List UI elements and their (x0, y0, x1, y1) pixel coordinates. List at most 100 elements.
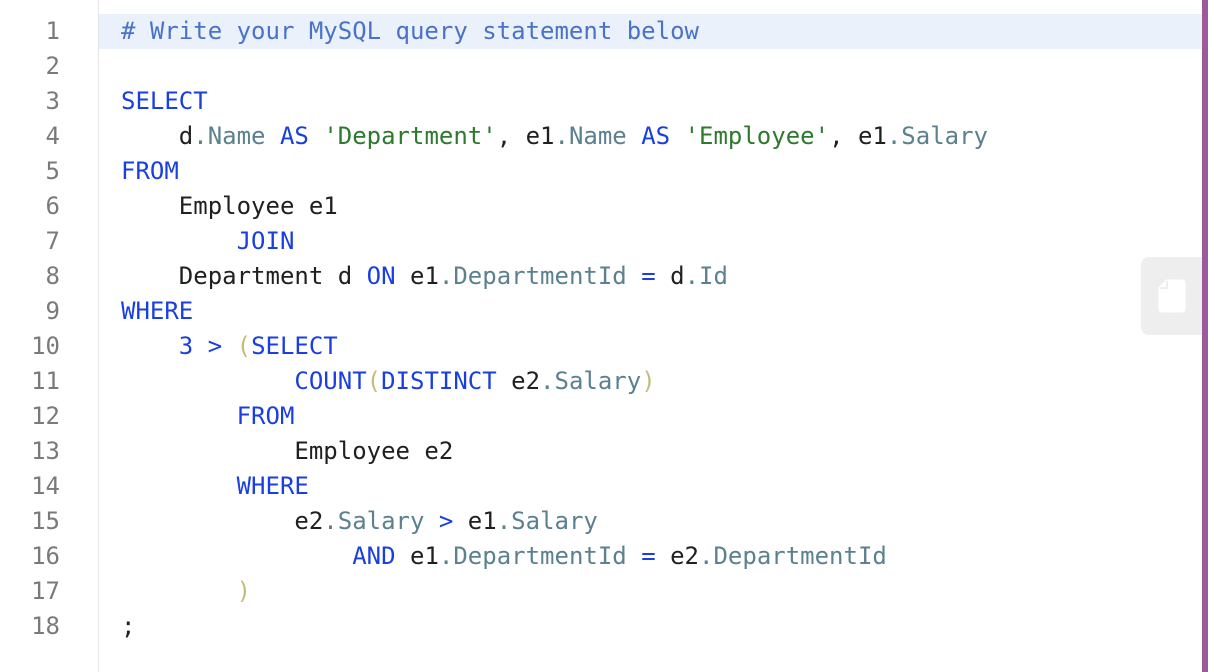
code-token: Department d (121, 262, 367, 290)
code-line[interactable]: JOIN (99, 224, 1202, 259)
code-token: d (655, 262, 685, 290)
line-number: 7 (45, 227, 60, 255)
code-line[interactable]: ) (99, 574, 1202, 609)
code-token: > (207, 332, 223, 360)
code-line-text: JOIN (121, 224, 295, 259)
code-line-text: COUNT(DISTINCT e2.Salary) (121, 364, 655, 399)
code-token: .Salary (323, 507, 425, 535)
code-line-text: AND e1.DepartmentId = e2.DepartmentId (121, 539, 887, 574)
code-line-text: d.Name AS 'Department', e1.Name AS 'Empl… (121, 119, 988, 154)
copy-icon (1158, 279, 1186, 313)
line-number: 6 (45, 192, 60, 220)
code-editor[interactable]: 1 2 3 4 5 6 7 8 9 10 11 12 13 14 15 16 17 18 # Write your… (0, 0, 1202, 672)
code-token: , e1 (496, 122, 555, 150)
code-token: e1 (395, 542, 439, 570)
code-token: .Salary (540, 367, 642, 395)
line-number: 10 (31, 332, 60, 360)
code-token: e2 (121, 507, 324, 535)
code-line-text: WHERE (121, 469, 309, 504)
code-line-text: FROM (121, 154, 179, 189)
code-token: Employee e1 (121, 192, 338, 220)
code-token: .Salary (886, 122, 989, 150)
line-number: 12 (31, 402, 60, 430)
code-token: ON (366, 262, 396, 290)
code-line[interactable]: FROM (99, 154, 1202, 189)
code-line[interactable]: AND e1.DepartmentId = e2.DepartmentId (99, 539, 1202, 574)
code-line[interactable] (99, 49, 1202, 84)
code-line-text: WHERE (121, 294, 193, 329)
code-line-text: ) (121, 574, 251, 609)
code-token: 'Employee' (684, 122, 830, 150)
code-area[interactable]: # Write your MySQL query statement below… (99, 0, 1202, 672)
line-number: 5 (45, 157, 60, 185)
code-token: JOIN (236, 227, 295, 255)
code-token: e2 (496, 367, 541, 395)
code-token: .Name (193, 122, 266, 150)
copy-code-button[interactable] (1141, 257, 1202, 335)
code-token: .DepartmentId (699, 542, 887, 570)
code-token: ; (121, 612, 136, 640)
code-token: COUNT (294, 367, 367, 395)
code-token: SELECT (251, 332, 338, 360)
side-scrollbar[interactable] (1202, 0, 1208, 672)
code-token: e2 (655, 542, 700, 570)
code-token: AS (279, 122, 309, 150)
code-token: , e1 (829, 122, 887, 150)
code-line-text: FROM (121, 399, 295, 434)
code-token: e1 (395, 262, 439, 290)
code-line[interactable]: Employee e1 (99, 189, 1202, 224)
code-token: AND (352, 542, 396, 570)
code-token: .Salary (496, 507, 598, 535)
line-number: 8 (45, 262, 60, 290)
code-line[interactable]: Department d ON e1.DepartmentId = d.Id (99, 259, 1202, 294)
line-number: 17 (31, 577, 60, 605)
code-line-text: SELECT (121, 84, 208, 119)
code-token: 3 (178, 332, 194, 360)
code-line[interactable]: Employee e2 (99, 434, 1202, 469)
code-token: ( (236, 332, 252, 360)
line-number: 15 (31, 507, 60, 535)
code-token: WHERE (121, 297, 194, 325)
code-line[interactable]: FROM (99, 399, 1202, 434)
code-token: DISTINCT (381, 367, 497, 395)
code-token: ) (236, 577, 252, 605)
code-token: = (641, 262, 656, 290)
code-token: = (641, 542, 656, 570)
code-line[interactable]: e2.Salary > e1.Salary (99, 504, 1202, 539)
code-line[interactable]: SELECT (99, 84, 1202, 119)
code-token: .Name (554, 122, 627, 150)
code-line[interactable]: COUNT(DISTINCT e2.Salary) (99, 364, 1202, 399)
code-token: FROM (121, 157, 179, 185)
code-token: .DepartmentId (438, 542, 627, 570)
code-line-text: 3 > (SELECT (121, 329, 338, 364)
code-line-text: # Write your MySQL query statement below (121, 14, 699, 49)
line-number: 18 (31, 612, 60, 640)
code-token: e1 (453, 507, 497, 535)
code-line[interactable]: d.Name AS 'Department', e1.Name AS 'Empl… (99, 119, 1202, 154)
code-line[interactable]: WHERE (99, 469, 1202, 504)
line-number: 3 (45, 87, 60, 115)
code-token: > (438, 507, 454, 535)
line-number-gutter: 1 2 3 4 5 6 7 8 9 10 11 12 13 14 15 16 17 18 (0, 0, 99, 672)
code-line[interactable]: # Write your MySQL query statement below (99, 14, 1202, 49)
code-line-text: Employee e1 (121, 189, 338, 224)
code-token: 'Department' (323, 122, 497, 150)
line-number: 11 (31, 367, 60, 395)
code-token: SELECT (121, 87, 208, 115)
code-line[interactable]: ; (99, 609, 1202, 644)
code-line[interactable]: 3 > (SELECT (99, 329, 1202, 364)
code-line[interactable]: WHERE (99, 294, 1202, 329)
code-line-text: ; (121, 609, 135, 644)
